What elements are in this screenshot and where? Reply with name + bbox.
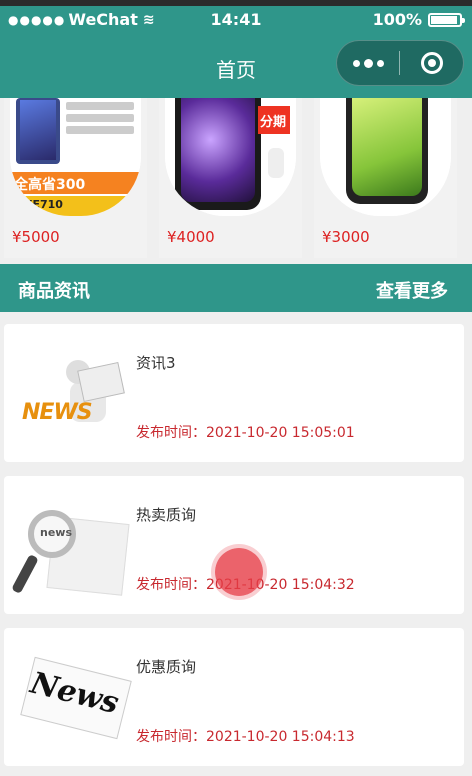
promo-label: 全高省300 xyxy=(14,177,86,193)
product-card[interactable]: ¥3000 xyxy=(314,98,457,258)
product-card[interactable]: 全高省300 YXE710 ¥5000 xyxy=(4,98,147,258)
product-image: 全高省300 YXE710 xyxy=(10,98,141,216)
section-title: 商品资讯 xyxy=(18,281,90,302)
news-title: 优惠质询 xyxy=(136,658,197,676)
magnifier-handle xyxy=(11,553,39,595)
target-icon xyxy=(420,52,443,74)
section-header: 商品资讯 查看更多 xyxy=(0,264,472,312)
product-card[interactable]: 分期 ¥4000 xyxy=(159,98,302,258)
news-title: 资讯3 xyxy=(136,354,176,372)
battery-group: 100% xyxy=(372,10,465,29)
news-thumbnail: NEWS xyxy=(22,354,126,438)
earbuds-graphic xyxy=(268,148,284,178)
nav-bar: 首页 xyxy=(0,38,472,94)
more-menu-button[interactable] xyxy=(337,58,399,68)
news-title: 热卖质询 xyxy=(136,506,197,524)
magnifier-icon: news xyxy=(28,510,76,558)
product-price: ¥4000 xyxy=(167,228,215,246)
news-item[interactable]: News 优惠质询 发布时间：2021-10-20 15:04:13 xyxy=(4,628,464,766)
promo-label: 分期 xyxy=(260,115,287,130)
battery-percent: 100% xyxy=(372,10,422,29)
news-time: 发布时间：2021-10-20 15:04:13 xyxy=(136,729,355,745)
thumb-text: news xyxy=(40,526,73,539)
product-list: 全高省300 YXE710 ¥5000 分期 ¥4000 ¥3000 xyxy=(0,98,472,260)
product-price: ¥3000 xyxy=(322,228,370,246)
product-image xyxy=(320,98,451,216)
product-image: 分期 xyxy=(165,98,296,216)
close-mini-program-button[interactable] xyxy=(400,52,463,74)
news-time: 发布时间：2021-10-20 15:05:01 xyxy=(136,425,355,441)
more-dot-icon xyxy=(352,59,360,67)
mini-program-capsule xyxy=(336,40,464,86)
thumb-text: NEWS xyxy=(22,400,93,425)
view-more-link[interactable]: 查看更多 xyxy=(376,277,448,303)
battery-icon xyxy=(428,12,465,27)
news-item[interactable]: NEWS 资讯3 发布时间：2021-10-20 15:05:01 xyxy=(4,324,464,462)
header: ●●●●● WeChat ≋ 14:41 100% 首页 xyxy=(0,6,472,98)
touch-indicator xyxy=(215,548,263,596)
news-thumbnail: News xyxy=(20,656,132,742)
model-label: YXE710 xyxy=(16,198,63,211)
news-thumbnail: news xyxy=(11,506,130,596)
more-dot-icon xyxy=(376,59,384,67)
product-price: ¥5000 xyxy=(12,228,60,246)
more-dot-icon xyxy=(363,58,373,68)
status-bar: ●●●●● WeChat ≋ 14:41 100% xyxy=(0,6,472,36)
